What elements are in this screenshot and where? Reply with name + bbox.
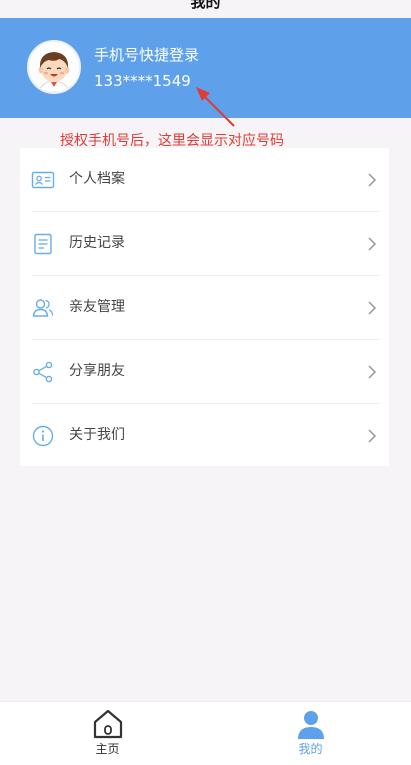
menu-item-label: 关于我们 <box>69 427 125 443</box>
tab-label: 我的 <box>298 742 323 756</box>
chevron-right-icon <box>368 237 377 251</box>
menu-item-share[interactable]: 分享朋友 <box>20 340 389 404</box>
tab-mine[interactable]: 我的 <box>208 702 411 765</box>
user-phone-number: 133****1549 <box>94 72 191 90</box>
menu-item-profile[interactable]: 个人档案 <box>20 148 389 212</box>
menu-item-label: 亲友管理 <box>69 299 125 315</box>
share-icon <box>33 361 53 383</box>
menu-item-about[interactable]: 关于我们 <box>20 404 389 468</box>
users-icon <box>32 299 54 317</box>
user-icon <box>297 711 324 739</box>
avatar-image <box>29 42 79 92</box>
tab-home[interactable]: 主页 <box>5 702 210 765</box>
menu-item-label: 分享朋友 <box>69 363 125 379</box>
menu-item-label: 历史记录 <box>69 235 125 251</box>
tab-label: 主页 <box>95 742 120 756</box>
document-icon <box>34 233 52 255</box>
avatar[interactable] <box>27 40 81 94</box>
menu-list: 个人档案 历史记录 亲友管理 分享朋友 关于我们 <box>20 148 389 466</box>
user-login-title[interactable]: 手机号快捷登录 <box>94 45 199 65</box>
menu-item-label: 个人档案 <box>69 171 125 187</box>
home-icon <box>93 709 122 739</box>
id-card-icon <box>31 171 55 189</box>
info-icon <box>32 425 54 447</box>
annotation-arrow <box>196 87 235 127</box>
chevron-right-icon <box>368 429 377 443</box>
menu-item-history[interactable]: 历史记录 <box>20 212 389 276</box>
menu-item-family[interactable]: 亲友管理 <box>20 276 389 340</box>
chevron-right-icon <box>368 365 377 379</box>
tab-bar: 主页 我的 <box>0 701 411 765</box>
page-title: 我的 <box>190 0 221 11</box>
chevron-right-icon <box>368 173 377 187</box>
chevron-right-icon <box>368 301 377 315</box>
